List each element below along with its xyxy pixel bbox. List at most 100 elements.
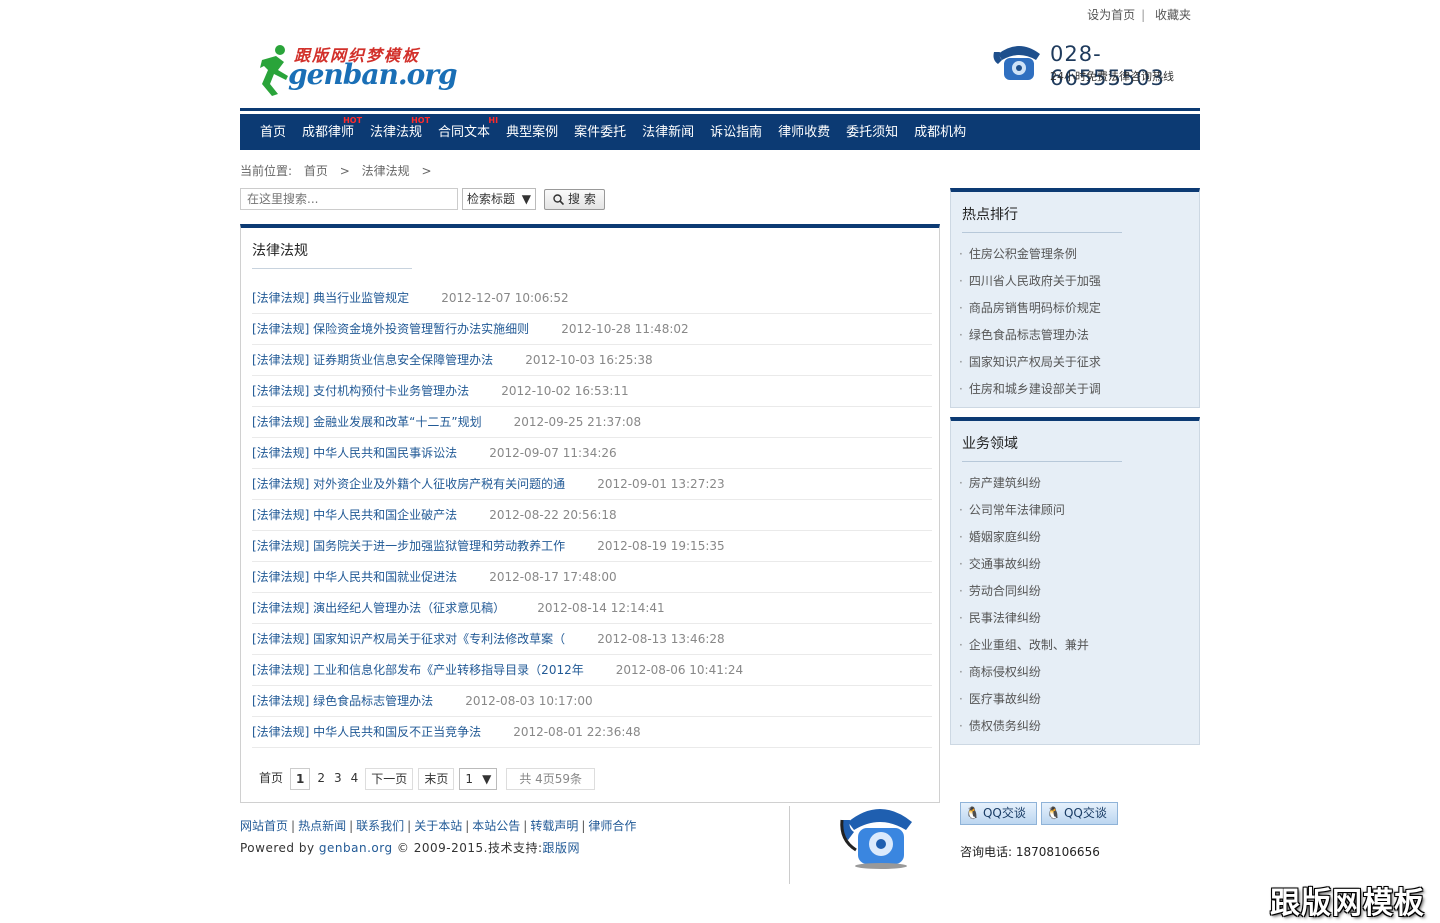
qq-penguin-icon: 🐧 — [965, 806, 980, 820]
article-list: [法律法规] 典当行业监管规定 2012-12-07 10:06:52 [法律法规… — [252, 283, 932, 748]
article-date: 2012-08-13 13:46:28 — [597, 632, 725, 646]
pager-select-value: 1 — [465, 772, 473, 786]
pager-page-select[interactable]: 1 ▼ — [459, 768, 498, 790]
pager-page-current[interactable]: 1 — [290, 768, 311, 790]
article-link[interactable]: [法律法规] 典当行业监管规定 — [252, 291, 409, 305]
search-button[interactable]: 搜 索 — [544, 188, 605, 210]
search-field-select[interactable]: 检索标题 ▼ — [462, 188, 536, 210]
article-link[interactable]: [法律法规] 保险资金境外投资管理暂行办法实施细则 — [252, 322, 529, 336]
business-item[interactable]: 医疗事故纠纷 — [959, 686, 1089, 713]
qq-label: QQ交谈 — [1063, 806, 1107, 820]
hot-rank-list: 住房公积金管理条例 四川省人民政府关于加强 商品房销售明码标价规定 绿色食品标志… — [959, 241, 1101, 403]
article-link[interactable]: [法律法规] 演出经纪人管理办法（征求意见稿） — [252, 601, 505, 615]
pager-page[interactable]: 4 — [348, 768, 361, 790]
article-link[interactable]: [法律法规] 证券期货业信息安全保障管理办法 — [252, 353, 493, 367]
article-link[interactable]: [法律法规] 中华人民共和国民事诉讼法 — [252, 446, 457, 460]
footer-link[interactable]: 转载声明 — [530, 819, 578, 833]
pager-page[interactable]: 2 — [315, 768, 328, 790]
list-item: [法律法规] 中华人民共和国反不正当竞争法 2012-08-01 22:36:48 — [252, 717, 932, 748]
article-date: 2012-12-07 10:06:52 — [441, 291, 569, 305]
breadcrumb-home[interactable]: 首页 — [304, 164, 328, 178]
pager-next[interactable]: 下一页 — [365, 768, 414, 790]
powered-link[interactable]: genban.org — [319, 841, 393, 855]
article-link[interactable]: [法律法规] 工业和信息化部发布《产业转移指导目录（2012年 — [252, 663, 584, 677]
business-item[interactable]: 公司常年法律顾问 — [959, 497, 1089, 524]
panel-title: 法律法规 — [252, 243, 308, 259]
hot-rank-item[interactable]: 商品房销售明码标价规定 — [959, 295, 1101, 322]
nav-item-laws[interactable]: 法律法规 HOT — [362, 114, 430, 150]
article-link[interactable]: [法律法规] 国家知识产权局关于征求对《专利法修改草案（ — [252, 632, 565, 646]
pager-first[interactable]: 首页 — [257, 768, 286, 790]
hot-rank-item[interactable]: 住房和城乡建设部关于调 — [959, 376, 1101, 403]
pager-page[interactable]: 3 — [332, 768, 344, 790]
article-link[interactable]: [法律法规] 金融业发展和改革“十二五”规划 — [252, 415, 482, 429]
breadcrumb-current[interactable]: 法律法规 — [362, 164, 410, 178]
business-item[interactable]: 交通事故纠纷 — [959, 551, 1089, 578]
nav-label: 法律法规 — [370, 125, 423, 140]
footer-link[interactable]: 关于本站 — [414, 819, 462, 833]
list-item: [法律法规] 对外资企业及外籍个人征收房产税有关问题的通 2012-09-01 1… — [252, 469, 932, 500]
nav-item-contracts[interactable]: 合同文本 HI — [430, 114, 498, 150]
article-date: 2012-08-03 10:17:00 — [465, 694, 593, 708]
hot-badge: HOT — [343, 116, 363, 125]
article-date: 2012-10-28 11:48:02 — [561, 322, 689, 336]
nav-item-news[interactable]: 法律新闻 — [634, 114, 702, 150]
hot-rank-item[interactable]: 国家知识产权局关于征求 — [959, 349, 1101, 376]
nav-item-lawyers[interactable]: 成都律师 HOT — [294, 114, 362, 150]
hot-rank-item[interactable]: 四川省人民政府关于加强 — [959, 268, 1101, 295]
main-nav: 首页 成都律师 HOT 法律法规 HOT 合同文本 HI 典型案例 案件委托 法律新闻… — [240, 114, 1200, 150]
article-list-panel: 法律法规 [法律法规] 典当行业监管规定 2012-12-07 10:06:52 … — [240, 224, 940, 803]
favorites-link[interactable]: 收藏夹 — [1155, 8, 1191, 22]
nav-item-cases[interactable]: 典型案例 — [498, 114, 566, 150]
search-input[interactable] — [240, 188, 458, 210]
nav-item-agencies[interactable]: 成都机构 — [906, 114, 974, 150]
list-item: [法律法规] 支付机构预付卡业务管理办法 2012-10-02 16:53:11 — [252, 376, 932, 407]
hi-badge: HI — [488, 116, 499, 125]
article-date: 2012-10-02 16:53:11 — [501, 384, 629, 398]
nav-top-line — [240, 108, 1200, 111]
article-link[interactable]: [法律法规] 国务院关于进一步加强监狱管理和劳动教养工作 — [252, 539, 565, 553]
footer-separator: | — [407, 819, 412, 833]
footer-link[interactable]: 本站公告 — [472, 819, 520, 833]
business-item[interactable]: 劳动合同纠纷 — [959, 578, 1089, 605]
list-item: [法律法规] 国务院关于进一步加强监狱管理和劳动教养工作 2012-08-19 1… — [252, 531, 932, 562]
copyright-text: © 2009-2015.技术支持: — [396, 841, 543, 855]
set-home-link[interactable]: 设为首页 — [1087, 8, 1135, 22]
site-logo[interactable]: 跟版网织梦模板 genban.org — [258, 40, 458, 98]
qq-chat-button[interactable]: 🐧 QQ交谈 — [1041, 802, 1118, 825]
qq-chat-button[interactable]: 🐧 QQ交谈 — [960, 802, 1037, 825]
hot-rank-item[interactable]: 住房公积金管理条例 — [959, 241, 1101, 268]
nav-item-notice[interactable]: 委托须知 — [838, 114, 906, 150]
article-date: 2012-09-25 21:37:08 — [513, 415, 642, 429]
qq-label: QQ交谈 — [982, 806, 1026, 820]
article-date: 2012-10-03 16:25:38 — [525, 353, 653, 367]
business-item[interactable]: 民事法律纠纷 — [959, 605, 1089, 632]
business-item[interactable]: 婚姻家庭纠纷 — [959, 524, 1089, 551]
footer-link[interactable]: 律师合作 — [588, 819, 636, 833]
business-item[interactable]: 商标侵权纠纷 — [959, 659, 1089, 686]
business-item[interactable]: 企业重组、改制、兼并 — [959, 632, 1089, 659]
pager-last[interactable]: 末页 — [418, 768, 455, 790]
nav-item-home[interactable]: 首页 — [252, 114, 294, 150]
title-underline — [962, 461, 1122, 462]
hot-rank-item[interactable]: 绿色食品标志管理办法 — [959, 322, 1101, 349]
list-item: [法律法规] 中华人民共和国民事诉讼法 2012-09-07 11:34:26 — [252, 438, 932, 469]
business-item[interactable]: 房产建筑纠纷 — [959, 470, 1089, 497]
article-link[interactable]: [法律法规] 中华人民共和国企业破产法 — [252, 508, 457, 522]
nav-item-commission[interactable]: 案件委托 — [566, 114, 634, 150]
support-link[interactable]: 跟版网 — [543, 841, 581, 855]
telephone-icon — [840, 809, 912, 869]
article-link[interactable]: [法律法规] 支付机构预付卡业务管理办法 — [252, 384, 469, 398]
footer-link[interactable]: 联系我们 — [356, 819, 404, 833]
footer-link[interactable]: 网站首页 — [240, 819, 288, 833]
article-link[interactable]: [法律法规] 中华人民共和国就业促进法 — [252, 570, 457, 584]
article-link[interactable]: [法律法规] 中华人民共和国反不正当竞争法 — [252, 725, 481, 739]
article-link[interactable]: [法律法规] 绿色食品标志管理办法 — [252, 694, 433, 708]
nav-item-fees[interactable]: 律师收费 — [770, 114, 838, 150]
business-item[interactable]: 债权债务纠纷 — [959, 713, 1089, 740]
footer-link[interactable]: 热点新闻 — [298, 819, 346, 833]
footer-separator: | — [523, 819, 528, 833]
list-item: [法律法规] 工业和信息化部发布《产业转移指导目录（2012年 2012-08-0… — [252, 655, 932, 686]
article-link[interactable]: [法律法规] 对外资企业及外籍个人征收房产税有关问题的通 — [252, 477, 565, 491]
nav-item-litigation[interactable]: 诉讼指南 — [702, 114, 770, 150]
